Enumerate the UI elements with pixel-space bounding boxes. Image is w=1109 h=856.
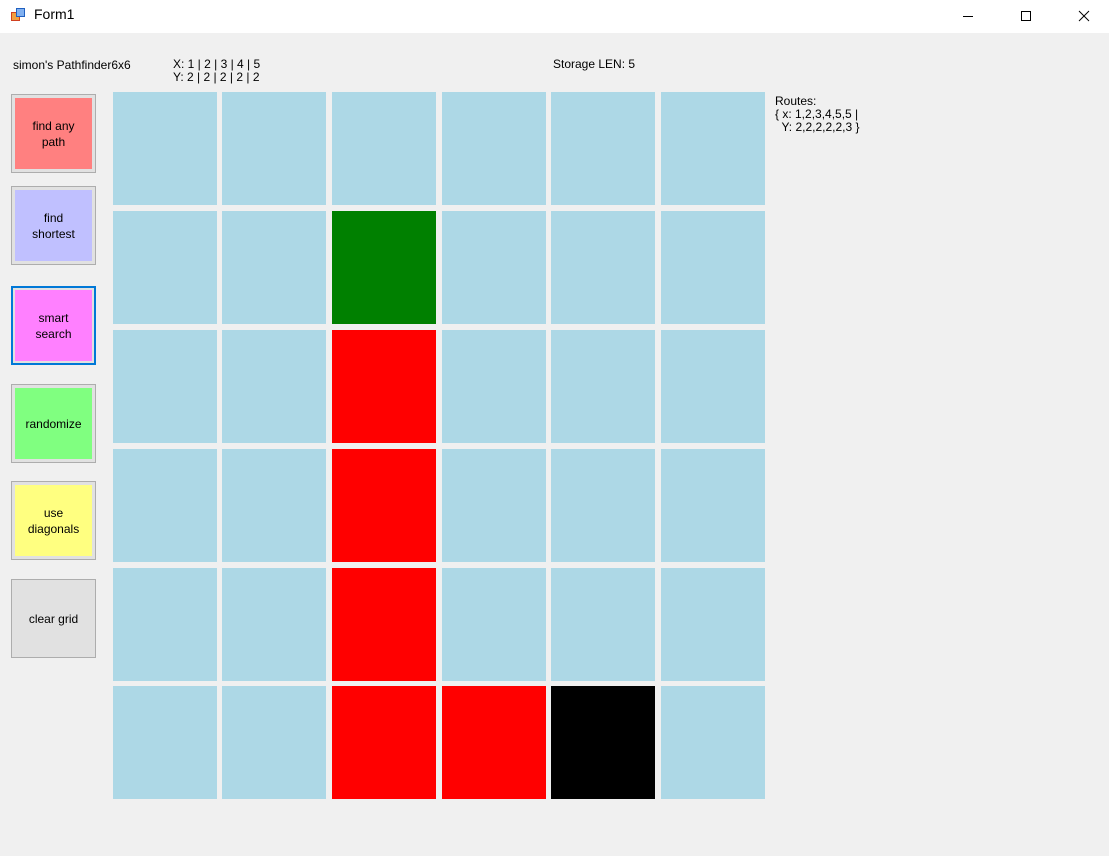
- find-shortest-label: find shortest: [15, 190, 92, 261]
- grid-cell-empty-r3-c4[interactable]: [551, 449, 655, 562]
- minimize-button[interactable]: [945, 0, 991, 31]
- grid-cell-empty-r3-c1[interactable]: [222, 449, 326, 562]
- grid-cell-empty-r0-c5[interactable]: [661, 92, 765, 205]
- smart-search-button[interactable]: smart search: [11, 286, 96, 365]
- window-title: Form1: [34, 6, 75, 22]
- maximize-icon: [1021, 10, 1031, 21]
- routes-label: Routes: { x: 1,2,3,4,5,5 | Y: 2,2,2,2,2,…: [775, 94, 860, 134]
- grid-cell-empty-r4-c4[interactable]: [551, 568, 655, 681]
- grid-cell-end-r5-c4[interactable]: [551, 686, 655, 799]
- randomize-button[interactable]: randomize: [11, 384, 96, 463]
- find-shortest-button[interactable]: find shortest: [11, 186, 96, 265]
- find-any-path-label: find any path: [15, 98, 92, 169]
- grid-cell-empty-r5-c5[interactable]: [661, 686, 765, 799]
- grid-cell-empty-r2-c0[interactable]: [113, 330, 217, 443]
- grid-cell-empty-r2-c4[interactable]: [551, 330, 655, 443]
- close-icon: [1078, 10, 1090, 21]
- randomize-label: randomize: [15, 388, 92, 459]
- grid-cell-empty-r0-c0[interactable]: [113, 92, 217, 205]
- grid-cell-empty-r0-c1[interactable]: [222, 92, 326, 205]
- grid-cell-empty-r2-c5[interactable]: [661, 330, 765, 443]
- grid-cell-empty-r4-c3[interactable]: [442, 568, 546, 681]
- grid-cell-path-r4-c2[interactable]: [332, 568, 436, 681]
- clear-grid-label: clear grid: [15, 583, 92, 654]
- grid-cell-empty-r0-c2[interactable]: [332, 92, 436, 205]
- app-name-label: simon's Pathfinder6x6: [13, 58, 131, 72]
- close-button[interactable]: [1061, 0, 1107, 31]
- grid-cell-empty-r5-c0[interactable]: [113, 686, 217, 799]
- use-diagonals-button[interactable]: use diagonals: [11, 481, 96, 560]
- use-diagonals-label: use diagonals: [15, 485, 92, 556]
- grid-cell-empty-r3-c3[interactable]: [442, 449, 546, 562]
- grid-cell-empty-r1-c5[interactable]: [661, 211, 765, 324]
- grid-cell-empty-r0-c3[interactable]: [442, 92, 546, 205]
- grid-cell-empty-r5-c1[interactable]: [222, 686, 326, 799]
- storage-length-label: Storage LEN: 5: [553, 57, 636, 71]
- grid-cell-empty-r1-c3[interactable]: [442, 211, 546, 324]
- find-any-path-button[interactable]: find any path: [11, 94, 96, 173]
- grid-cell-empty-r1-c1[interactable]: [222, 211, 326, 324]
- grid-cell-empty-r4-c1[interactable]: [222, 568, 326, 681]
- minimize-icon: [963, 15, 973, 17]
- grid-cell-path-r3-c2[interactable]: [332, 449, 436, 562]
- grid-cell-empty-r3-c0[interactable]: [113, 449, 217, 562]
- title-bar[interactable]: Form1: [0, 0, 1109, 33]
- grid-cell-empty-r1-c4[interactable]: [551, 211, 655, 324]
- maximize-button[interactable]: [1003, 0, 1049, 31]
- grid-cell-start-r1-c2[interactable]: [332, 211, 436, 324]
- grid-cell-path-r5-c3[interactable]: [442, 686, 546, 799]
- grid-cell-path-r2-c2[interactable]: [332, 330, 436, 443]
- pathfinder-grid: [113, 92, 766, 800]
- grid-cell-empty-r2-c3[interactable]: [442, 330, 546, 443]
- grid-cell-empty-r4-c5[interactable]: [661, 568, 765, 681]
- grid-cell-empty-r2-c1[interactable]: [222, 330, 326, 443]
- grid-cell-empty-r0-c4[interactable]: [551, 92, 655, 205]
- app-icon: [11, 8, 25, 21]
- grid-cell-path-r5-c2[interactable]: [332, 686, 436, 799]
- grid-cell-empty-r1-c0[interactable]: [113, 211, 217, 324]
- grid-cell-empty-r4-c0[interactable]: [113, 568, 217, 681]
- form-window: Form1 simon's Pathfinder6x6 X: 1 | 2 | 3…: [0, 0, 1109, 856]
- coordinates-label: X: 1 | 2 | 3 | 4 | 5 Y: 2 | 2 | 2 | 2 | …: [173, 57, 261, 84]
- smart-search-label: smart search: [15, 290, 92, 361]
- clear-grid-button[interactable]: clear grid: [11, 579, 96, 658]
- grid-cell-empty-r3-c5[interactable]: [661, 449, 765, 562]
